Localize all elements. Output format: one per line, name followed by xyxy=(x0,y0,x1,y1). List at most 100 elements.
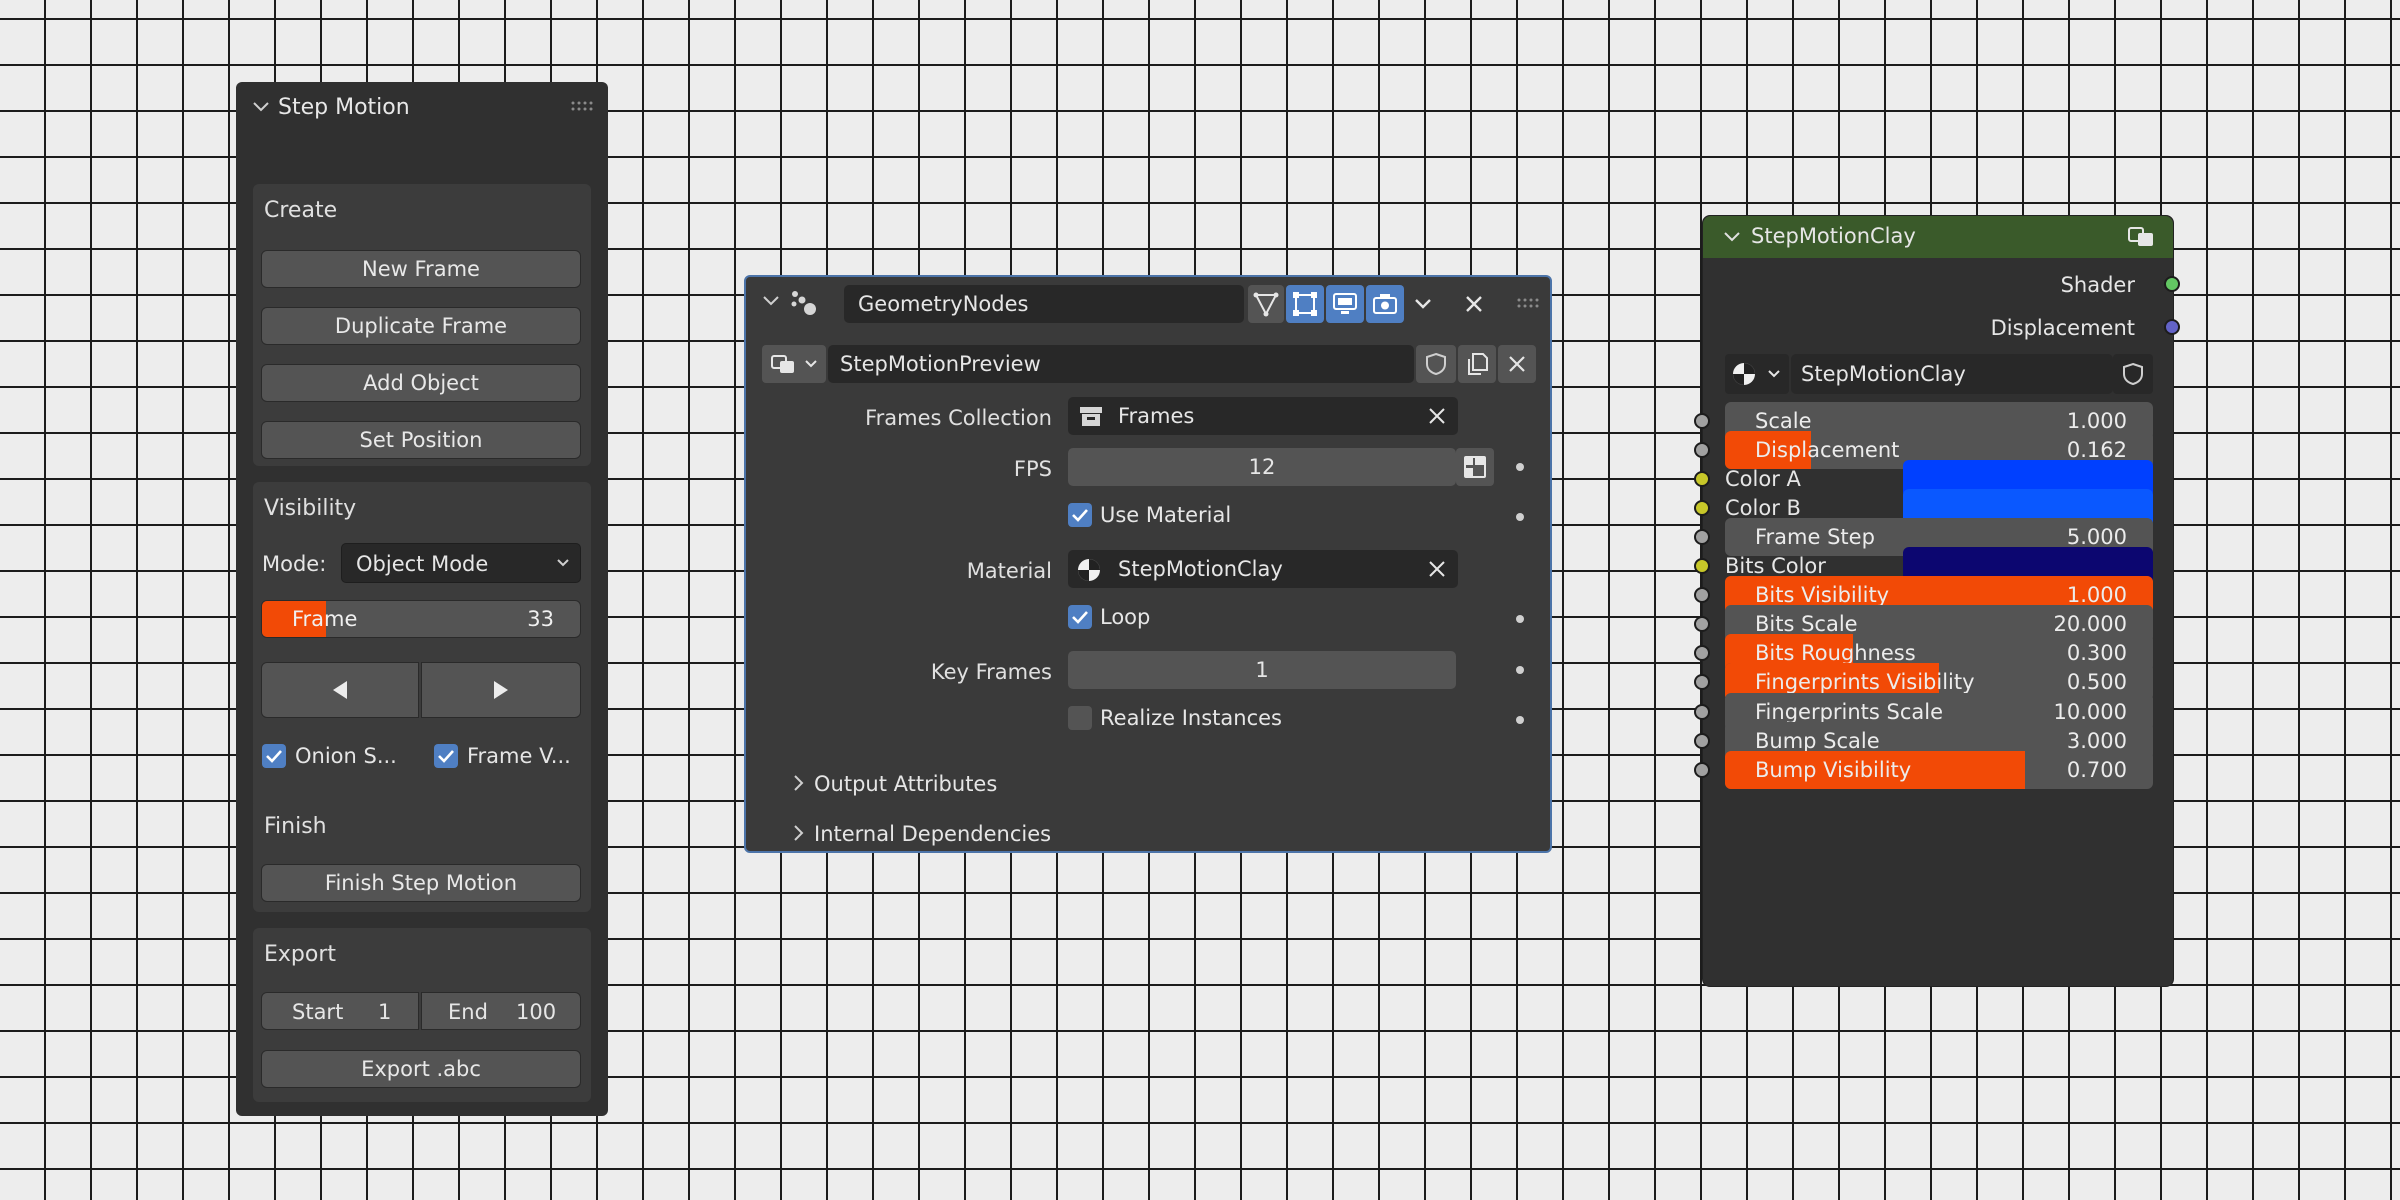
next-frame-button[interactable] xyxy=(421,662,581,718)
frames-collection-value: Frames xyxy=(1118,404,1195,428)
bits-color-input-socket[interactable] xyxy=(1694,558,1710,574)
modifier-name-field[interactable]: GeometryNodes xyxy=(844,285,1244,323)
frame-step-input-socket[interactable] xyxy=(1694,529,1710,545)
triangle-left-icon xyxy=(331,680,349,700)
fingerprints-scale-input-socket[interactable] xyxy=(1694,704,1710,720)
shader-output-socket[interactable] xyxy=(2164,276,2180,292)
frame-slider[interactable]: Frame 33 xyxy=(261,600,581,638)
color-a-label: Color A xyxy=(1725,467,1801,491)
realize-instances-checkbox[interactable] xyxy=(1068,706,1092,730)
key-frames-row-label: Key Frames xyxy=(746,653,1052,691)
set-position-button[interactable]: Set Position xyxy=(261,421,581,459)
internal-dependencies-section[interactable]: Internal Dependencies xyxy=(790,817,1090,851)
step-motion-clay-node[interactable]: StepMotionClay Shader Displacement StepM… xyxy=(1694,215,2180,987)
keyframe-dot[interactable] xyxy=(1516,666,1524,674)
node-group-icon[interactable] xyxy=(2127,224,2155,250)
chevron-right-icon xyxy=(792,774,804,792)
clear-icon[interactable] xyxy=(1428,560,1446,578)
mode-dropdown[interactable]: Object Mode xyxy=(341,543,581,583)
chevron-down-icon xyxy=(804,359,818,369)
frame-visibility-label[interactable]: Frame V... xyxy=(467,744,571,768)
step-motion-header[interactable]: Step Motion xyxy=(236,82,608,134)
start-frame-field[interactable]: Start 1 xyxy=(261,992,419,1030)
loop-label[interactable]: Loop xyxy=(1100,605,1150,629)
onion-skin-label[interactable]: Onion S... xyxy=(295,744,397,768)
bits-visibility-input-socket[interactable] xyxy=(1694,587,1710,603)
use-material-checkbox[interactable] xyxy=(1068,503,1092,527)
finish-step-motion-button[interactable]: Finish Step Motion xyxy=(261,864,581,902)
frames-collection-label: Frames Collection xyxy=(865,406,1052,430)
chevron-down-icon[interactable] xyxy=(762,294,780,308)
on-cage-toggle[interactable] xyxy=(1286,285,1324,323)
fingerprints-visibility-input-socket[interactable] xyxy=(1694,674,1710,690)
material-row-label: Material xyxy=(746,552,1052,590)
viewport-toggle[interactable] xyxy=(1326,285,1364,323)
frames-collection-row-label: Frames Collection xyxy=(746,399,1052,437)
key-frames-label: Key Frames xyxy=(930,660,1052,684)
chevron-down-icon[interactable] xyxy=(1723,230,1741,244)
new-frame-button[interactable]: New Frame xyxy=(261,250,581,288)
scale-input-socket[interactable] xyxy=(1694,413,1710,429)
bits-color-label: Bits Color xyxy=(1725,554,1826,578)
frames-collection-field[interactable]: Frames xyxy=(1068,397,1458,435)
realize-instances-label[interactable]: Realize Instances xyxy=(1100,706,1282,730)
fps-field[interactable]: 12 xyxy=(1068,448,1456,486)
use-material-label[interactable]: Use Material xyxy=(1100,503,1231,527)
section-title: Export xyxy=(264,942,337,967)
loop-checkbox[interactable] xyxy=(1068,605,1092,629)
chevron-down-icon[interactable] xyxy=(1414,297,1432,311)
frame-visibility-checkbox[interactable] xyxy=(434,744,458,768)
bits-roughness-input-socket[interactable] xyxy=(1694,645,1710,661)
create-section: Create New Frame Duplicate Frame Add Obj… xyxy=(253,184,591,466)
key-frames-value: 1 xyxy=(1255,658,1269,682)
render-toggle[interactable] xyxy=(1366,285,1404,323)
material-browse[interactable] xyxy=(1725,354,1789,394)
color-b-input-socket[interactable] xyxy=(1694,500,1710,516)
material-name-field[interactable]: StepMotionClay xyxy=(1791,354,2113,394)
key-frames-field[interactable]: 1 xyxy=(1068,651,1456,689)
end-frame-field[interactable]: End 100 xyxy=(421,992,581,1030)
keyframe-dot[interactable] xyxy=(1516,513,1524,521)
bump-visibility-input-socket[interactable] xyxy=(1694,762,1710,778)
keyframe-dot[interactable] xyxy=(1516,615,1524,623)
material-sphere-icon xyxy=(1731,361,1757,387)
output-attributes-section[interactable]: Output Attributes xyxy=(790,767,1090,801)
unlink-button[interactable] xyxy=(1498,345,1536,383)
displacement-input-socket[interactable] xyxy=(1694,442,1710,458)
node-group-field[interactable]: StepMotionPreview xyxy=(828,345,1414,383)
material-sphere-icon xyxy=(1076,557,1102,583)
clear-icon[interactable] xyxy=(1428,407,1446,425)
node-group-browse[interactable] xyxy=(762,345,826,383)
duplicate-frame-button[interactable]: Duplicate Frame xyxy=(261,307,581,345)
keyframe-dot[interactable] xyxy=(1516,716,1524,724)
drag-grip-icon[interactable] xyxy=(1516,297,1540,309)
color-a-input-socket[interactable] xyxy=(1694,471,1710,487)
material-field[interactable]: StepMotionClay xyxy=(1068,550,1458,588)
close-icon[interactable] xyxy=(1464,294,1484,314)
displacement-output-socket[interactable] xyxy=(2164,319,2180,335)
export-abc-button[interactable]: Export .abc xyxy=(261,1050,581,1088)
drag-grip-icon[interactable] xyxy=(570,100,594,112)
add-object-button[interactable]: Add Object xyxy=(261,364,581,402)
node-header[interactable]: StepMotionClay xyxy=(1703,216,2173,258)
vertices-icon xyxy=(1253,291,1279,317)
prev-frame-button[interactable] xyxy=(261,662,419,718)
onion-skin-checkbox[interactable] xyxy=(262,744,286,768)
chevron-down-icon[interactable] xyxy=(252,100,270,114)
fps-row-label: FPS xyxy=(746,450,1052,488)
mode-value: Object Mode xyxy=(356,552,489,576)
fake-user-button[interactable] xyxy=(1416,345,1456,383)
bits-scale-input-socket[interactable] xyxy=(1694,616,1710,632)
bump-visibility-slider[interactable]: Bump Visibility 0.700 xyxy=(1725,751,2153,789)
chevron-right-icon xyxy=(792,824,804,842)
fps-label: FPS xyxy=(1013,457,1052,481)
material-label: Material xyxy=(966,559,1052,583)
edit-mode-toggle[interactable] xyxy=(1248,285,1284,323)
start-value: 1 xyxy=(378,1000,392,1024)
duplicate-icon xyxy=(1465,352,1489,376)
bump-scale-input-socket[interactable] xyxy=(1694,733,1710,749)
attribute-toggle[interactable] xyxy=(1456,448,1494,486)
duplicate-button[interactable] xyxy=(1458,345,1496,383)
keyframe-dot[interactable] xyxy=(1516,463,1524,471)
fake-user-button[interactable] xyxy=(2113,354,2153,394)
